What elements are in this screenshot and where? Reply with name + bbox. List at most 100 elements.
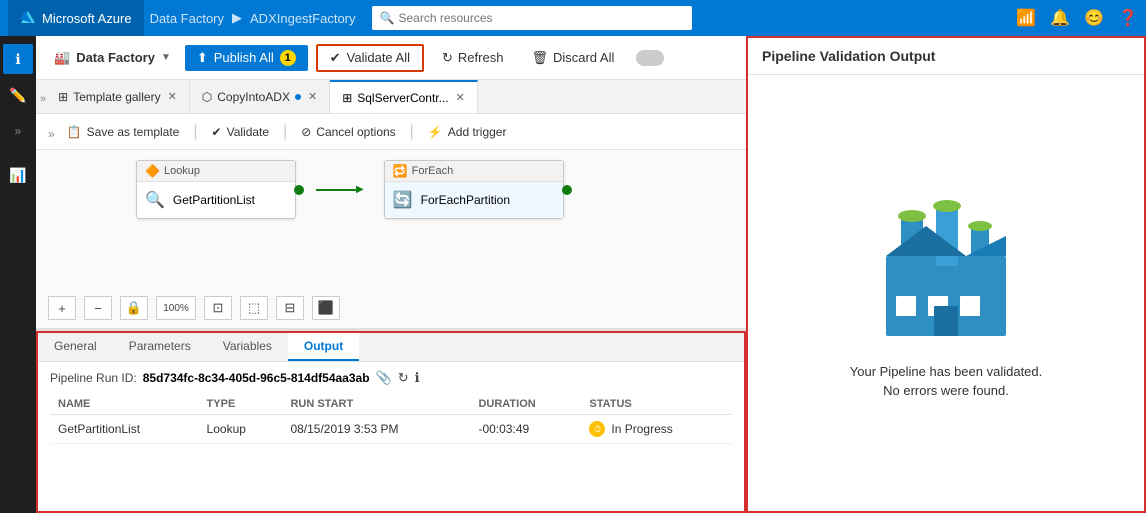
tab-variables[interactable]: Variables bbox=[207, 333, 288, 361]
lookup-connector-right bbox=[294, 185, 304, 195]
help-icon[interactable]: ❓ bbox=[1118, 8, 1138, 28]
validate-label: Validate bbox=[227, 125, 269, 139]
data-factory-dropdown[interactable]: 🏭 Data Factory ▼ bbox=[48, 46, 177, 70]
lookup-node-label: GetPartitionList bbox=[173, 193, 255, 207]
status-label: In Progress bbox=[611, 422, 672, 436]
foreach-node[interactable]: 🔁 ForEach 🔄 ForEachPartition bbox=[384, 160, 564, 219]
validation-body: Your Pipeline has been validated. No err… bbox=[830, 75, 1063, 511]
right-panel: Pipeline Validation Output bbox=[746, 36, 1146, 513]
select-button[interactable]: ⬚ bbox=[240, 296, 268, 320]
zoom-fit-button[interactable]: ⊡ bbox=[204, 296, 232, 320]
validation-message: Your Pipeline has been validated. No err… bbox=[850, 362, 1043, 401]
toolbar2-chevron-icon[interactable]: » bbox=[48, 127, 55, 141]
remove-node-button[interactable]: − bbox=[84, 296, 112, 320]
run-duration: -00:03:49 bbox=[470, 415, 581, 444]
publish-label: Publish All bbox=[214, 50, 274, 65]
tab-sqlserver-label: SqlServerContr... bbox=[357, 91, 448, 105]
search-icon: 🔍 bbox=[380, 11, 395, 25]
col-run-start: RUN START bbox=[282, 394, 470, 415]
foreach-type-icon: 🔁 bbox=[393, 164, 408, 178]
tab-copy-label: CopyIntoADX bbox=[217, 90, 290, 104]
template-gallery-icon: ⊞ bbox=[58, 90, 68, 104]
toggle-switch[interactable] bbox=[636, 50, 664, 66]
foreach-node-header: 🔁 ForEach bbox=[385, 161, 563, 182]
tab-sqlserver-close[interactable]: ✕ bbox=[456, 91, 465, 104]
foreach-node-body: 🔄 ForEachPartition bbox=[385, 182, 563, 218]
settings-button[interactable]: ⬛ bbox=[312, 296, 340, 320]
breadcrumb-factory: ADXIngestFactory bbox=[250, 11, 356, 26]
tab-sqlserver[interactable]: ⊞ SqlServerContr... ✕ bbox=[330, 80, 478, 113]
search-box[interactable]: 🔍 bbox=[372, 6, 692, 30]
top-bar: Microsoft Azure Data Factory ▶ ADXIngest… bbox=[0, 0, 1146, 36]
validate-all-label: Validate All bbox=[347, 50, 410, 65]
discard-all-button[interactable]: 🗑 Discard All bbox=[521, 46, 624, 70]
tab-template-gallery[interactable]: ⊞ Template gallery ✕ bbox=[46, 80, 190, 113]
cancel-options-button[interactable]: ⊘ Cancel options bbox=[293, 121, 403, 143]
pipeline-nodes: 🔶 Lookup 🔍 GetPartitionList bbox=[136, 160, 564, 219]
run-info-icon[interactable]: ℹ bbox=[415, 370, 420, 386]
add-node-button[interactable]: + bbox=[48, 296, 76, 320]
run-status: ⏱ In Progress bbox=[581, 415, 732, 444]
col-type: TYPE bbox=[199, 394, 283, 415]
run-name: GetPartitionList bbox=[50, 415, 199, 444]
validate-button[interactable]: ✔ Validate bbox=[204, 121, 278, 143]
bell-icon[interactable]: 🔔 bbox=[1050, 8, 1070, 28]
col-duration: DURATION bbox=[470, 394, 581, 415]
save-template-button[interactable]: 📋 Save as template bbox=[59, 121, 188, 143]
sidebar-chevron-expand[interactable]: » bbox=[3, 116, 33, 146]
lookup-node-icon: 🔍 bbox=[145, 190, 165, 210]
tab-template-gallery-label: Template gallery bbox=[73, 90, 160, 104]
save-template-label: Save as template bbox=[87, 125, 180, 139]
face-icon[interactable]: 😊 bbox=[1084, 8, 1104, 28]
brand-logo: Microsoft Azure bbox=[8, 0, 144, 36]
pipeline-run-label: Pipeline Run ID: bbox=[50, 371, 137, 385]
pipeline-run-row: Pipeline Run ID: 85d734fc-8c34-405d-96c5… bbox=[50, 370, 732, 386]
layout-button[interactable]: ⊟ bbox=[276, 296, 304, 320]
table-header-row: NAME TYPE RUN START DURATION STATUS bbox=[50, 394, 732, 415]
top-bar-actions: 📶 🔔 😊 ❓ bbox=[1016, 8, 1138, 28]
toolbar-row-2: » 📋 Save as template | ✔ Validate | ⊘ Ca… bbox=[36, 114, 746, 150]
status-progress: ⏱ In Progress bbox=[589, 421, 724, 437]
pipeline-canvas[interactable]: 🔶 Lookup 🔍 GetPartitionList bbox=[36, 150, 746, 328]
main-layout: ℹ ✏️ » 📊 🏭 Data Factory ▼ ⬆ Publish All … bbox=[0, 36, 1146, 513]
lookup-node[interactable]: 🔶 Lookup 🔍 GetPartitionList bbox=[136, 160, 296, 219]
refresh-button[interactable]: ↻ Refresh bbox=[432, 46, 513, 70]
bottom-tabs: General Parameters Variables Output bbox=[38, 333, 744, 362]
toolbar-row-1: 🏭 Data Factory ▼ ⬆ Publish All 1 ✔ Valid… bbox=[36, 36, 746, 80]
wifi-icon[interactable]: 📶 bbox=[1016, 8, 1036, 28]
sidebar-item-monitor[interactable]: 📊 bbox=[3, 160, 33, 190]
search-input[interactable] bbox=[398, 11, 683, 25]
tab-parameters[interactable]: Parameters bbox=[113, 333, 207, 361]
add-trigger-button[interactable]: ⚡ Add trigger bbox=[420, 121, 515, 143]
tab-template-gallery-close[interactable]: ✕ bbox=[168, 90, 177, 103]
tabs-row: » ⊞ Template gallery ✕ ⬡ CopyIntoADX ✕ ⊞… bbox=[36, 80, 746, 114]
publish-all-button[interactable]: ⬆ Publish All 1 bbox=[185, 45, 308, 71]
refresh-run-icon[interactable]: ↻ bbox=[398, 370, 409, 386]
foreach-node-wrapper: 🔁 ForEach 🔄 ForEachPartition bbox=[384, 160, 564, 219]
lock-icon: 🔒 bbox=[126, 300, 142, 316]
add-trigger-label: Add trigger bbox=[448, 125, 507, 139]
validate-all-button[interactable]: ✔ Validate All bbox=[316, 44, 424, 72]
zoom-100-button[interactable]: 100% bbox=[156, 296, 196, 320]
factory-illustration bbox=[866, 186, 1026, 346]
copy-icon: ⬡ bbox=[202, 90, 212, 104]
sidebar-item-edit[interactable]: ✏️ bbox=[3, 80, 33, 110]
tab-copy-close[interactable]: ✕ bbox=[308, 90, 317, 103]
lock-button[interactable]: 🔒 bbox=[120, 296, 148, 320]
tab-general[interactable]: General bbox=[38, 333, 113, 361]
tab-copy-into-adx[interactable]: ⬡ CopyIntoADX ✕ bbox=[190, 80, 330, 113]
cancel-icon: ⊘ bbox=[301, 125, 311, 139]
lookup-type-icon: 🔶 bbox=[145, 164, 160, 178]
validate-icon: ✔ bbox=[212, 125, 222, 139]
trigger-icon: ⚡ bbox=[428, 125, 443, 139]
tab-output[interactable]: Output bbox=[288, 333, 359, 361]
table-icon: ⊞ bbox=[342, 91, 352, 105]
status-dot: ⏱ bbox=[589, 421, 605, 437]
sidebar-item-info[interactable]: ℹ bbox=[3, 44, 33, 74]
foreach-connector-right bbox=[562, 185, 572, 195]
bottom-panel: General Parameters Variables Output Pipe… bbox=[36, 331, 746, 513]
azure-logo-icon bbox=[20, 10, 36, 26]
run-link-icon[interactable]: 📎 bbox=[376, 370, 392, 386]
run-type: Lookup bbox=[199, 415, 283, 444]
col-status: STATUS bbox=[581, 394, 732, 415]
